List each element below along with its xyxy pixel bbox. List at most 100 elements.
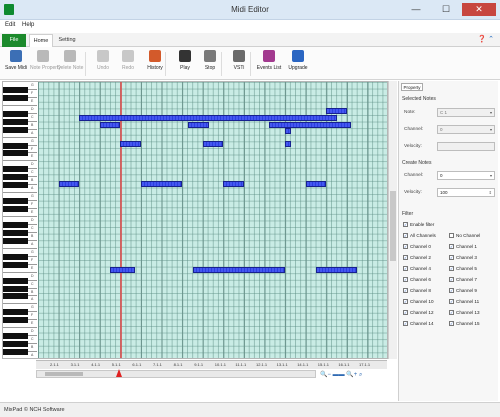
piano-black-key[interactable] <box>3 94 28 101</box>
channel-checkbox[interactable]: ✓ Channel 7 <box>449 277 477 283</box>
key-label: C <box>31 170 34 175</box>
note-property-button[interactable]: Note Property <box>30 50 61 78</box>
piano-black-key[interactable] <box>3 285 28 292</box>
midi-note[interactable] <box>110 266 135 273</box>
maximize-button[interactable]: ☐ <box>433 3 459 16</box>
piano-black-key[interactable] <box>3 126 28 133</box>
piano-black-key[interactable] <box>3 110 28 117</box>
channel-checkbox[interactable]: ✓ Channel 9 <box>449 288 477 294</box>
undo-icon <box>97 50 109 62</box>
redo-button[interactable]: Redo <box>115 50 141 78</box>
piano-black-key[interactable] <box>3 166 28 173</box>
ribbon-tabs: File Home Setting ❓ ⌃ <box>0 33 500 47</box>
channel-checkbox[interactable]: ✓ Channel 15 <box>449 321 480 327</box>
channel-checkbox[interactable]: ✓ Channel 5 <box>449 266 477 272</box>
midi-note[interactable] <box>141 181 183 187</box>
midi-note[interactable] <box>268 121 352 128</box>
key-label: D <box>31 329 34 334</box>
help-icon[interactable]: ❓ ⌃ <box>477 35 494 43</box>
piano-black-key[interactable] <box>3 198 28 205</box>
position-marker-icon[interactable] <box>116 369 122 377</box>
tab-setting[interactable]: Setting <box>55 34 79 47</box>
menu-help[interactable]: Help <box>22 22 34 28</box>
piano-black-key[interactable] <box>3 333 28 340</box>
midi-note[interactable] <box>99 121 121 128</box>
horizontal-scrollbar[interactable] <box>36 369 316 378</box>
create-channel-select[interactable]: 0 ▾ <box>437 171 495 180</box>
stop-button[interactable]: Stop <box>197 50 223 78</box>
key-label: C <box>31 225 34 230</box>
midi-note[interactable] <box>223 181 244 187</box>
midi-note[interactable] <box>79 115 337 121</box>
piano-roll[interactable]: GFEDCBAGFEDCBAGFEDCBAGFEDCBAGFEDCBA <box>2 81 388 359</box>
piano-keyboard[interactable]: GFEDCBAGFEDCBAGFEDCBAGFEDCBAGFEDCBA <box>3 82 37 358</box>
note-grid[interactable] <box>38 82 387 358</box>
midi-note[interactable] <box>326 108 347 115</box>
tab-file[interactable]: File <box>2 34 26 47</box>
piano-black-key[interactable] <box>3 150 28 157</box>
vertical-scroll-thumb[interactable] <box>390 191 396 261</box>
events-list-button[interactable]: Events List <box>256 50 282 78</box>
play-button[interactable]: Play <box>172 50 198 78</box>
channel-checkbox[interactable]: ✓ Channel 1 <box>449 244 477 250</box>
piano-black-key[interactable] <box>3 174 28 181</box>
piano-black-key[interactable] <box>3 309 28 316</box>
timeline-ruler[interactable]: 2.1.1 3.1.1 4.1.1 5.1.1 6.1.1 7.1.1 8.1.1 9.1.1… <box>36 360 387 369</box>
channel-checkbox[interactable]: ✓ Channel 0 <box>403 244 431 250</box>
channel-checkbox[interactable]: ✓ Channel 12 <box>403 310 434 316</box>
piano-black-key[interactable] <box>3 277 28 284</box>
tab-property[interactable]: Property <box>401 83 423 91</box>
status-text: MixPad © NCH Software <box>4 407 65 413</box>
create-velocity-input[interactable]: 100 ⇕ <box>437 188 495 197</box>
midi-note[interactable] <box>192 266 286 273</box>
channel-checkbox[interactable]: ✓ Channel 6 <box>403 277 431 283</box>
undo-button[interactable]: Undo <box>90 50 116 78</box>
piano-black-key[interactable] <box>3 206 28 213</box>
piano-black-key[interactable] <box>3 237 28 244</box>
vsti-button[interactable]: VSTi <box>226 50 252 78</box>
piano-black-key[interactable] <box>3 293 28 300</box>
channel-checkbox[interactable]: ✓ Channel 10 <box>403 299 434 305</box>
tab-home[interactable]: Home <box>29 34 53 47</box>
vertical-scrollbar[interactable] <box>388 81 397 359</box>
piano-black-key[interactable] <box>3 118 28 125</box>
midi-note[interactable] <box>202 141 224 148</box>
all-channels-checkbox[interactable]: ✓ All Channels <box>403 233 436 239</box>
channel-checkbox[interactable]: ✓ Channel 4 <box>403 266 431 272</box>
timeline-tick: 13.1.1 <box>276 362 288 367</box>
midi-note[interactable] <box>120 141 141 148</box>
midi-note[interactable] <box>305 181 327 187</box>
midi-note[interactable] <box>188 121 209 128</box>
menu-edit[interactable]: Edit <box>5 22 15 28</box>
channel-checkbox[interactable]: ✓ Channel 11 <box>449 299 479 305</box>
piano-black-key[interactable] <box>3 261 28 268</box>
channel-checkbox[interactable]: ✓ Channel 3 <box>449 255 477 261</box>
horizontal-scroll-thumb[interactable] <box>45 372 83 376</box>
piano-black-key[interactable] <box>3 229 28 236</box>
piano-black-key[interactable] <box>3 182 28 189</box>
piano-black-key[interactable] <box>3 349 28 356</box>
no-channel-checkbox[interactable]: No Channel <box>449 233 480 239</box>
midi-note[interactable] <box>285 128 292 135</box>
enable-filter-checkbox[interactable]: ✓ Enable filter <box>403 222 434 228</box>
piano-black-key[interactable] <box>3 142 28 149</box>
key-label: C <box>31 281 34 286</box>
close-button[interactable]: ✕ <box>462 3 496 16</box>
piano-black-key[interactable] <box>3 221 28 228</box>
midi-note[interactable] <box>58 181 80 187</box>
midi-note[interactable] <box>285 141 292 148</box>
piano-black-key[interactable] <box>3 341 28 348</box>
upgrade-button[interactable]: Upgrade <box>285 50 311 78</box>
zoom-controls[interactable]: 🔍− ▬▬ 🔍+ ⌕ <box>320 371 362 379</box>
midi-note[interactable] <box>316 266 358 273</box>
channel-checkbox[interactable]: ✓ Channel 14 <box>403 321 434 327</box>
piano-black-key[interactable] <box>3 253 28 260</box>
save-midi-button[interactable]: Save Midi <box>3 50 29 78</box>
piano-black-key[interactable] <box>3 86 28 93</box>
delete-note-button[interactable]: Delete Note <box>57 50 83 78</box>
piano-black-key[interactable] <box>3 317 28 324</box>
channel-checkbox[interactable]: ✓ Channel 2 <box>403 255 431 261</box>
minimize-button[interactable]: — <box>403 3 429 16</box>
channel-checkbox[interactable]: ✓ Channel 8 <box>403 288 431 294</box>
channel-checkbox[interactable]: ✓ Channel 13 <box>449 310 480 316</box>
